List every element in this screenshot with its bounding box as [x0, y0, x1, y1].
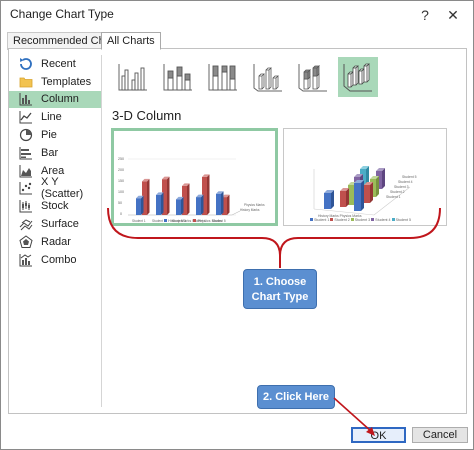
- 3d-column-icon[interactable]: [338, 57, 378, 97]
- stacked-column-icon[interactable]: [158, 57, 198, 97]
- stock-chart-icon: [19, 199, 33, 213]
- sidebar-item-stock[interactable]: Stock: [9, 197, 101, 215]
- sidebar-item-column[interactable]: Column: [9, 90, 101, 109]
- legend-entry: Student 5: [395, 218, 411, 222]
- dialog-title: Change Chart Type: [10, 7, 114, 21]
- folder-icon: [19, 75, 33, 89]
- column-chart-icon: [19, 92, 33, 106]
- step2-callout: 2. Click Here: [257, 385, 335, 409]
- sidebar-item-bar[interactable]: Bar: [9, 144, 101, 162]
- sidebar-item-label: Pie: [41, 129, 57, 142]
- history-bar: [216, 191, 224, 215]
- all-charts-panel: Recent Templates Column Line Pie Bar Are…: [8, 48, 467, 414]
- preview-chart-left: 250 200 150 100 50 0 Student 1 Student 2…: [118, 157, 265, 223]
- sidebar-item-label: Templates: [41, 75, 92, 88]
- legend-entry: History Marks: [168, 219, 192, 223]
- depth-category-label: Student 1: [386, 195, 401, 199]
- 3d-clustered-column-icon[interactable]: [248, 57, 288, 97]
- sidebar-item-label: Surface: [41, 218, 79, 231]
- history-bar: [136, 195, 144, 215]
- sidebar-item-label: Stock: [41, 200, 69, 213]
- sidebar-item-templates[interactable]: Templates: [9, 73, 101, 91]
- depth-series-label: Physics Marks: [244, 203, 265, 207]
- legend-entry: Student 2: [334, 218, 350, 222]
- pie-chart-icon: [19, 128, 33, 142]
- sidebar-item-label: Recent: [41, 57, 76, 70]
- chart-preview-alternative[interactable]: Student 5 Student 4 Student 3 Student 2 …: [283, 128, 447, 226]
- recent-icon: [19, 57, 33, 71]
- step1-callout: 1. Choose Chart Type: [243, 269, 317, 309]
- y-tick-label: 0: [120, 212, 122, 216]
- ok-button[interactable]: OK: [351, 427, 406, 443]
- x-category-label: Student 1: [132, 219, 146, 223]
- sidebar-item-radar[interactable]: Radar: [9, 233, 101, 251]
- depth-category-label: Student 3: [394, 185, 409, 189]
- tab-all-charts[interactable]: All Charts: [101, 32, 161, 50]
- sidebar-item-label: Line: [41, 111, 62, 124]
- surface-chart-icon: [19, 217, 33, 231]
- scatter-chart-icon: [19, 181, 33, 195]
- y-tick-label: 200: [118, 168, 124, 172]
- depth-series-label: History Marks: [240, 208, 260, 212]
- y-tick-label: 150: [118, 179, 124, 183]
- sidebar-item-combo[interactable]: Combo: [9, 251, 101, 269]
- help-button[interactable]: ?: [414, 4, 436, 26]
- sidebar-item-label: Radar: [41, 235, 71, 248]
- depth-category-label: Student 2: [390, 190, 405, 194]
- combo-chart-icon: [19, 253, 33, 267]
- y-tick-label: 250: [118, 157, 124, 161]
- y-tick-label: 50: [118, 201, 122, 205]
- chart-type-list: Recent Templates Column Line Pie Bar Are…: [9, 55, 101, 269]
- sidebar-item-pie[interactable]: Pie: [9, 126, 101, 144]
- preview-legend: History Marks Physics Marks: [164, 219, 264, 225]
- history-bar: [196, 194, 204, 215]
- title-bar: Change Chart Type ? ✕: [1, 1, 473, 29]
- tab-strip: Recommended Charts All Charts: [1, 29, 473, 50]
- sidebar-item-label: Area: [41, 164, 65, 177]
- line-chart-icon: [19, 110, 33, 124]
- 100-stacked-column-icon[interactable]: [203, 57, 243, 97]
- legend-entry: Student 3: [354, 218, 371, 222]
- chart-subtype-gallery: [113, 57, 383, 97]
- legend-entry: Student 4: [375, 218, 391, 222]
- radar-chart-icon: [19, 235, 33, 249]
- sidebar-divider: [101, 55, 102, 407]
- 3d-stacked-column-icon[interactable]: [293, 57, 333, 97]
- sidebar-item-scatter[interactable]: X Y (Scatter): [9, 176, 101, 200]
- chart-preview-selected[interactable]: 250 200 150 100 50 0 Student 1 Student 2…: [111, 128, 278, 226]
- cancel-button[interactable]: Cancel: [412, 427, 468, 443]
- history-bar: [156, 192, 164, 215]
- bar-chart-icon: [19, 146, 33, 160]
- chart-subtype-title: 3-D Column: [112, 108, 182, 123]
- sidebar-item-label: Column: [41, 93, 79, 106]
- sidebar-item-surface[interactable]: Surface: [9, 215, 101, 233]
- depth-category-label: Student 5: [402, 175, 417, 179]
- change-chart-type-dialog: Change Chart Type ? ✕ Recommended Charts…: [0, 0, 474, 450]
- clustered-column-icon[interactable]: [113, 57, 153, 97]
- legend-entry: Physics Marks: [197, 219, 222, 223]
- history-bar: [176, 196, 184, 215]
- preview-legend: Student 1 Student 2 Student 3 Student 4 …: [310, 218, 446, 224]
- sidebar-item-recent[interactable]: Recent: [9, 55, 101, 73]
- depth-category-label: Student 4: [398, 180, 413, 184]
- y-tick-label: 100: [118, 190, 124, 194]
- sidebar-item-label: Bar: [41, 146, 59, 159]
- legend-entry: Student 1: [314, 218, 330, 222]
- sidebar-item-line[interactable]: Line: [9, 108, 101, 126]
- sidebar-item-label: Combo: [41, 253, 77, 266]
- preview-chart-right: Student 5 Student 4 Student 3 Student 2 …: [313, 166, 417, 218]
- area-chart-icon: [19, 164, 33, 178]
- close-button[interactable]: ✕: [442, 4, 464, 26]
